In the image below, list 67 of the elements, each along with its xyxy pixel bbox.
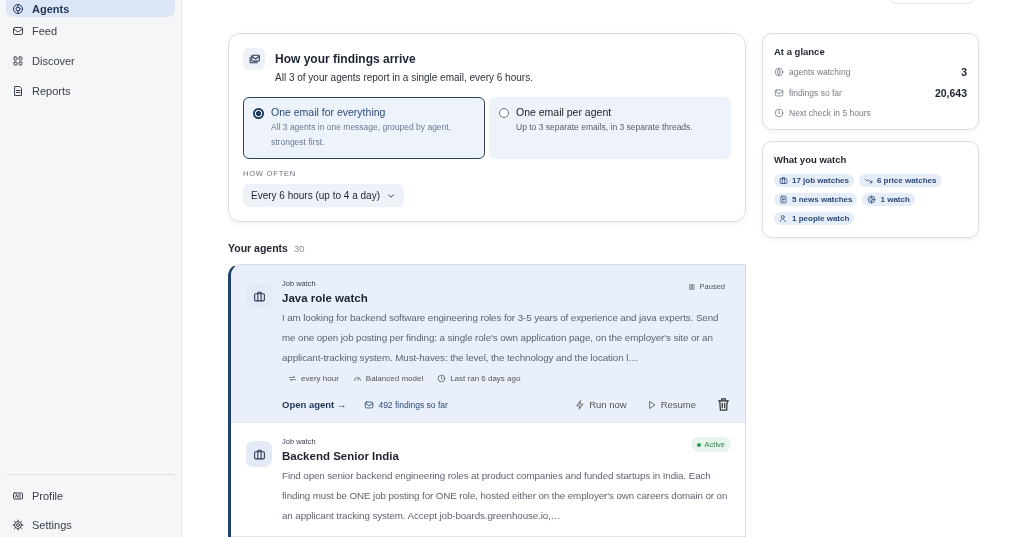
watch-tag[interactable]: 5 news watches	[774, 193, 858, 206]
action-button[interactable]: Resume	[646, 399, 696, 410]
meta-item: Last ran 6 days ago	[437, 374, 521, 383]
action-icon	[646, 399, 657, 410]
tag-icon	[863, 176, 873, 185]
delivery-option[interactable]: One email per agent Up to 3 separate emails, in 3 separate threads.	[489, 97, 731, 159]
briefcase-icon	[252, 289, 266, 303]
stat-icon	[774, 67, 784, 77]
card-title: What you watch	[774, 154, 848, 165]
sidebar-item[interactable]: Settings	[6, 513, 175, 537]
agent-name: Java role watch	[282, 292, 368, 304]
option-description: Up to 3 separate emails, in 3 separate threads.	[516, 121, 693, 134]
agent-description: Find open senior backend engineering roles at product companies and funded startups in India. Each finding must be ONE job posting for ONE role, hosted either on the employer's own careers domain or on an applicant tracking system. Accept job-boards.greenhouse.io,…	[282, 469, 729, 523]
card-title: How your findings arrive	[275, 52, 417, 66]
meta-item: every hour	[288, 374, 339, 383]
action-button[interactable]: Run now	[575, 399, 627, 410]
sidebar-item[interactable]: Agents	[6, 0, 175, 17]
agent-count: 30	[293, 243, 305, 254]
card-title: At a glance	[774, 46, 826, 57]
action-icon	[575, 399, 586, 410]
sidebar-item[interactable]: Discover	[6, 48, 175, 74]
stat-value: 20,643	[934, 87, 967, 99]
sidebar-item[interactable]: Reports	[6, 78, 175, 104]
tag-icon	[779, 195, 788, 204]
pause-icon	[687, 282, 696, 291]
stat-value: 3	[961, 66, 967, 78]
card-subtitle: All 3 of your agents report in a single email, every 6 hours.	[275, 72, 533, 83]
watch-tag[interactable]: 1 people watch	[774, 212, 855, 225]
tag-icon	[779, 176, 788, 185]
meta-icon	[352, 374, 362, 383]
next-check-text: Next check in 5 hours	[789, 108, 872, 118]
nav-icon	[12, 490, 24, 502]
open-agent-link[interactable]: Open agent →	[282, 399, 347, 410]
briefcase-icon	[252, 447, 266, 461]
frequency-dropdown[interactable]: Every 6 hours (up to 4 a day)	[243, 184, 404, 207]
nav-icon	[12, 85, 24, 97]
tag-icon	[779, 214, 788, 223]
findings-link[interactable]: 492 findings so far	[364, 399, 448, 410]
delete-icon[interactable]	[716, 397, 731, 412]
option-title: One email per agent	[516, 106, 613, 118]
nav-icon	[12, 519, 24, 531]
meta-icon	[288, 374, 297, 383]
clock-icon	[774, 108, 784, 118]
agent-name: Backend Senior India	[282, 450, 399, 462]
nav-icon	[12, 2, 24, 15]
status-dot	[696, 442, 701, 447]
watch-tag[interactable]: 17 job watches	[774, 174, 854, 187]
nav-icon	[12, 55, 24, 67]
delivery-option[interactable]: One email for everything All 3 agents in one message, grouped by agent, strongest first.	[243, 97, 485, 159]
radio-button[interactable]	[253, 108, 264, 119]
tag-icon	[867, 195, 877, 204]
agent-description: I am looking for backend software engineering roles for 3-5 years of experience and java experts. Send me one open job posting per finding: a single role's own application page, on the employer's site or an applicant-tracking system. Must-haves: the level, the technology and the location l…	[282, 311, 720, 365]
meta-icon	[437, 374, 447, 383]
stat-icon	[774, 88, 784, 98]
inbox-icon	[364, 399, 375, 410]
section-title: Your agents	[228, 242, 288, 254]
stat-label: agents watching	[789, 67, 852, 77]
watch-tag[interactable]: 6 price watches	[858, 174, 942, 187]
watch-tag[interactable]: 1 watch	[862, 193, 915, 206]
sidebar-item[interactable]: Feed	[6, 18, 175, 44]
stat-label: findings so far	[789, 88, 843, 98]
option-title: One email for everything	[271, 106, 387, 118]
nav-icon	[12, 25, 24, 37]
meta-item: Balanced model	[352, 374, 424, 383]
radio-button[interactable]	[499, 108, 509, 118]
sidebar-item[interactable]: Profile	[6, 483, 175, 509]
option-description: All 3 agents in one message, grouped by agent, strongest first.	[271, 121, 453, 149]
